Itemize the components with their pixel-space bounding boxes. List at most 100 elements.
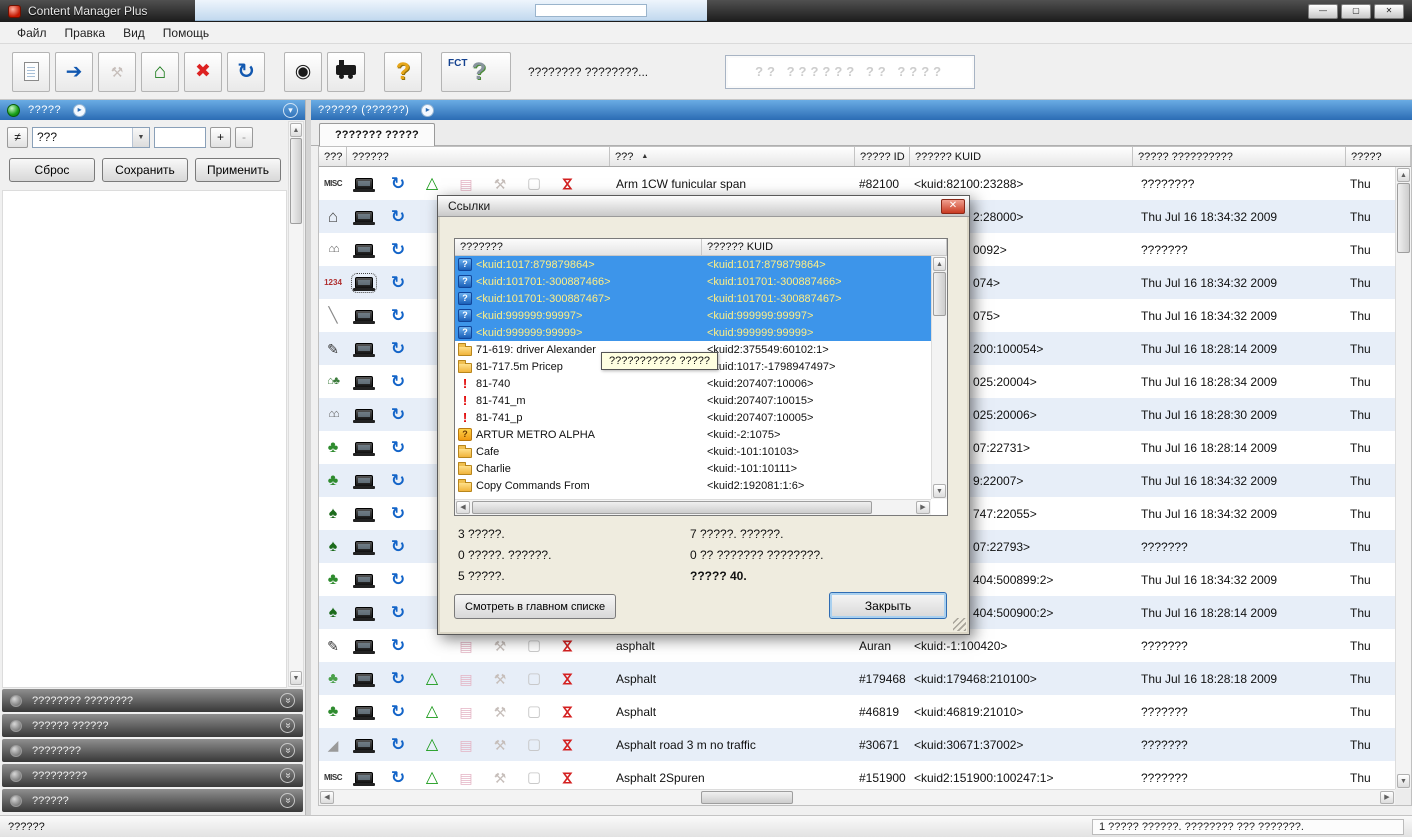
delete-icon: ✖ <box>195 62 211 81</box>
table-row[interactable]: ◢↻△▤⚒▢⋈Asphalt road 3 m no traffic#30671… <box>319 728 1395 761</box>
play-icon[interactable]: ▸ <box>73 104 86 117</box>
collapse-panel-icon[interactable]: ▾ <box>283 103 298 118</box>
dropdown-arrow-icon[interactable]: ▼ <box>132 128 149 147</box>
section-bar-2[interactable]: ???????? » <box>2 739 303 762</box>
scrollbar-thumb[interactable] <box>1397 183 1410 253</box>
scrollbar-thumb[interactable] <box>701 791 793 804</box>
scrollbar-thumb[interactable] <box>290 138 302 224</box>
remove-filter-button[interactable]: - <box>235 127 253 148</box>
expand-section-icon[interactable]: » <box>280 693 295 708</box>
reset-button[interactable]: Сброс <box>9 158 95 182</box>
filter-value-input[interactable] <box>154 127 206 148</box>
refresh-button[interactable]: ↻ <box>227 52 265 92</box>
minimize-button[interactable]: — <box>1308 4 1338 19</box>
table-horizontal-scrollbar[interactable]: ◀ ▶ <box>319 789 1395 805</box>
scroll-up-icon[interactable]: ▲ <box>933 257 946 271</box>
reference-name-cell: !81-741_m <box>455 392 702 409</box>
help-button[interactable]: ? <box>384 52 422 92</box>
tools-icon: ⚒ <box>111 65 124 79</box>
reference-row[interactable]: Copy Commands From<kuid2:192081:1:6> <box>455 477 931 494</box>
section-bar-4[interactable]: ?????? » <box>2 789 303 812</box>
target-button[interactable]: ◉ <box>284 52 322 92</box>
scroll-left-icon[interactable]: ◀ <box>320 791 334 804</box>
asset-date-cell: ??????? <box>1133 629 1346 662</box>
home-button[interactable]: ⌂ <box>141 52 179 92</box>
ribbon-icon: ⋈ <box>561 705 575 719</box>
table-row[interactable]: MISC↻△▤⚒▢⋈Asphalt 2Spuren#151900<kuid2:1… <box>319 761 1395 789</box>
reference-row[interactable]: ?<kuid:999999:99997><kuid:999999:99997> <box>455 307 931 324</box>
filter-field-dropdown[interactable]: ??? ▼ <box>32 127 150 148</box>
reference-row[interactable]: !81-741_m<kuid:207407:10015> <box>455 392 931 409</box>
train-button[interactable] <box>327 52 365 92</box>
dialog-horizontal-scrollbar[interactable]: ◀ ▶ <box>455 499 931 515</box>
reference-row[interactable]: ?ARTUR METRO ALPHA<kuid:-2:1075> <box>455 426 931 443</box>
section-bar-1[interactable]: ?????? ?????? » <box>2 714 303 737</box>
scroll-up-icon[interactable]: ▲ <box>1397 168 1410 182</box>
slope-category-icon: ╲ <box>328 308 337 323</box>
table-row[interactable]: ♣↻△▤⚒▢⋈Asphalt#46819<kuid:46819:21010>??… <box>319 695 1395 728</box>
tab-main-list[interactable]: ??????? ????? <box>319 123 435 146</box>
new-button[interactable] <box>12 52 50 92</box>
column-header-status[interactable]: ?????? <box>347 147 610 166</box>
column-header-name[interactable]: ???▲ <box>610 147 855 166</box>
expand-section-icon[interactable]: » <box>280 743 295 758</box>
scroll-down-icon[interactable]: ▼ <box>1397 774 1410 788</box>
play-icon[interactable]: ▸ <box>421 104 434 117</box>
menu-item-file[interactable]: Файл <box>8 23 56 43</box>
reference-row[interactable]: ?<kuid:1017:879879864><kuid:1017:8798798… <box>455 256 931 273</box>
dialog-vertical-scrollbar[interactable]: ▲ ▼ <box>931 256 947 499</box>
scrollbar-thumb[interactable] <box>472 501 872 514</box>
filter-actions: Сброс Сохранить Применить <box>0 152 305 188</box>
filter-operator-button[interactable]: ≠ <box>7 127 28 148</box>
scroll-up-icon[interactable]: ▲ <box>290 123 302 137</box>
column-header-date[interactable]: ????? ?????????? <box>1133 147 1346 166</box>
reference-row[interactable]: !81-740<kuid:207407:10006> <box>455 375 931 392</box>
column-header-extra[interactable]: ????? <box>1346 147 1411 166</box>
stat-line: 0 ?????. ??????. <box>458 545 551 566</box>
reference-row[interactable]: ?<kuid:101701:-300887466><kuid:101701:-3… <box>455 273 931 290</box>
scroll-down-icon[interactable]: ▼ <box>933 484 946 498</box>
column-header-id[interactable]: ????? ID <box>855 147 910 166</box>
view-in-main-list-button[interactable]: Смотреть в главном списке <box>454 594 616 619</box>
expand-section-icon[interactable]: » <box>280 768 295 783</box>
import-button[interactable]: ➔ <box>55 52 93 92</box>
save-button[interactable]: Сохранить <box>102 158 188 182</box>
reference-name-cell: Charlie <box>455 460 702 477</box>
scroll-right-icon[interactable]: ▶ <box>916 501 930 514</box>
scroll-down-icon[interactable]: ▼ <box>290 671 302 685</box>
reference-row[interactable]: Cafe<kuid:-101:10103> <box>455 443 931 460</box>
section-bar-0[interactable]: ???????? ???????? » <box>2 689 303 712</box>
dialog-close-icon[interactable]: ✕ <box>941 199 965 214</box>
expand-section-icon[interactable]: » <box>280 793 295 808</box>
table-vertical-scrollbar[interactable]: ▲ ▼ <box>1395 167 1411 789</box>
ref-column-name[interactable]: ??????? <box>455 239 702 255</box>
left-panel-scrollbar[interactable]: ▲ ▼ <box>288 121 304 687</box>
resize-grip-icon[interactable] <box>953 618 966 631</box>
ref-column-kuid[interactable]: ?????? KUID <box>702 239 947 255</box>
menu-item-view[interactable]: Вид <box>114 23 154 43</box>
apply-button[interactable]: Применить <box>195 158 281 182</box>
maximize-button[interactable]: ▢ <box>1341 4 1371 19</box>
expand-section-icon[interactable]: » <box>280 718 295 733</box>
menu-item-edit[interactable]: Правка <box>56 23 115 43</box>
column-header-kuid[interactable]: ?????? KUID <box>910 147 1133 166</box>
close-dialog-button[interactable]: Закрыть <box>829 592 947 619</box>
dialog-title-bar[interactable]: Ссылки ✕ <box>438 196 969 217</box>
add-filter-button[interactable]: + <box>210 127 231 148</box>
reference-row[interactable]: ?<kuid:101701:-300887467><kuid:101701:-3… <box>455 290 931 307</box>
section-bar-3[interactable]: ????????? » <box>2 764 303 787</box>
fct-button[interactable]: FCT ? <box>441 52 511 92</box>
table-row[interactable]: ♣↻△▤⚒▢⋈Asphalt#179468<kuid:179468:210100… <box>319 662 1395 695</box>
scroll-right-icon[interactable]: ▶ <box>1380 791 1394 804</box>
tools-button[interactable]: ⚒ <box>98 52 136 92</box>
reference-row[interactable]: ?<kuid:999999:99999><kuid:999999:99999> <box>455 324 931 341</box>
column-header-type[interactable]: ??? <box>319 147 347 166</box>
tree-category-icon: ♣ <box>328 473 339 489</box>
reference-row[interactable]: Charlie<kuid:-101:10111> <box>455 460 931 477</box>
menu-item-help[interactable]: Помощь <box>154 23 218 43</box>
reference-row[interactable]: !81-741_p<kuid:207407:10005> <box>455 409 931 426</box>
scroll-left-icon[interactable]: ◀ <box>456 501 470 514</box>
close-button[interactable]: ✕ <box>1374 4 1404 19</box>
delete-button[interactable]: ✖ <box>184 52 222 92</box>
scrollbar-thumb[interactable] <box>933 272 946 316</box>
